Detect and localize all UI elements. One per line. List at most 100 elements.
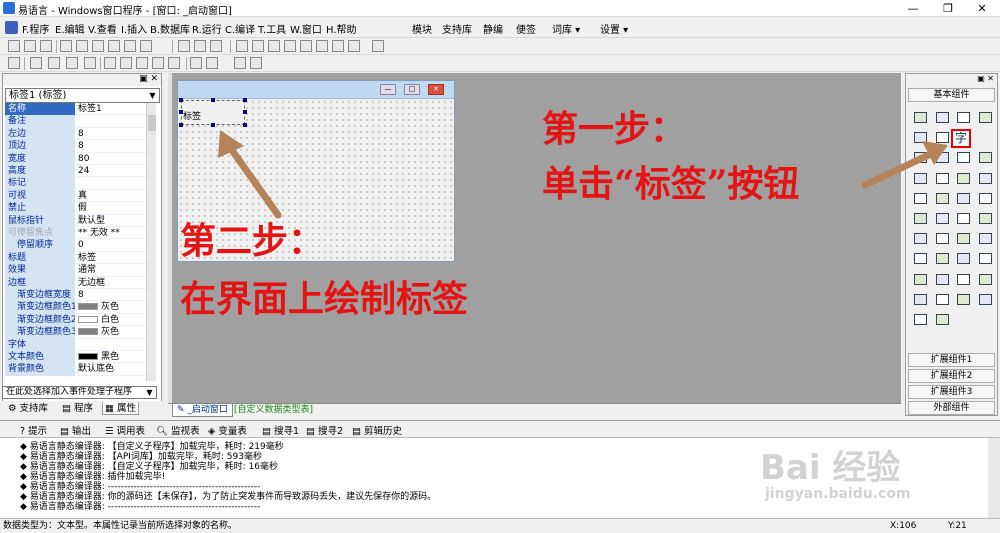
menu-settings[interactable]: 设置 ▾: [600, 21, 628, 36]
radio-tool-icon[interactable]: [956, 150, 971, 165]
event-select[interactable]: 在此处选择加入事件处理子程序 ▼: [2, 386, 157, 399]
same-size-icon[interactable]: [136, 57, 148, 69]
copy-icon[interactable]: [76, 40, 88, 52]
toolbar-tool-icon[interactable]: [935, 251, 950, 266]
align-right-icon[interactable]: [66, 57, 78, 69]
tab-hint[interactable]: ? 提示: [20, 423, 47, 437]
resize-handle[interactable]: [211, 123, 215, 127]
menu-run[interactable]: R.运行: [192, 21, 222, 36]
progress-tool-icon[interactable]: [935, 191, 950, 206]
layout-3-icon[interactable]: [210, 40, 222, 52]
list-tool-icon[interactable]: [913, 171, 928, 186]
socket-tool-icon[interactable]: [978, 231, 993, 246]
property-value[interactable]: 默认底色: [76, 363, 146, 376]
breakpoint-icon[interactable]: [316, 40, 328, 52]
property-row[interactable]: 可停留焦点 ** 无效 **: [5, 227, 146, 240]
divider-tool-icon[interactable]: [935, 312, 950, 327]
menu-insert[interactable]: I.插入: [121, 21, 147, 36]
watch-icon[interactable]: [332, 40, 344, 52]
delete-icon[interactable]: [108, 40, 120, 52]
resize-handle[interactable]: [243, 110, 247, 114]
property-value[interactable]: [76, 177, 146, 190]
tab-startup-window[interactable]: ✎ _启动窗口: [172, 404, 233, 417]
tab-call-table[interactable]: ☰ 调用表: [105, 423, 145, 437]
tab-program[interactable]: ▤ 程序: [60, 402, 95, 415]
order-front-icon[interactable]: [234, 57, 246, 69]
property-row[interactable]: 渐变边框宽度 8: [5, 289, 146, 302]
cut-icon[interactable]: [60, 40, 72, 52]
property-value[interactable]: 黑色: [76, 351, 146, 364]
menu-help[interactable]: H.帮助: [326, 21, 357, 36]
property-row[interactable]: 边框 无边框: [5, 276, 146, 289]
button-tool-icon[interactable]: [978, 292, 993, 307]
property-row[interactable]: 顶边 8: [5, 140, 146, 153]
paste-icon[interactable]: [92, 40, 104, 52]
layout-2-icon[interactable]: [194, 40, 206, 52]
resize-handle[interactable]: [179, 110, 183, 114]
resize-handle[interactable]: [179, 98, 183, 102]
menu-support-lib[interactable]: 支持库: [442, 21, 472, 36]
output-scrollbar[interactable]: [988, 438, 1000, 518]
property-value[interactable]: 24: [76, 165, 146, 178]
tab-search2[interactable]: ▤ 搜寻2: [306, 423, 343, 437]
minimize-button[interactable]: —: [898, 0, 928, 17]
grid-list-tool-icon[interactable]: [956, 171, 971, 186]
property-row[interactable]: 可视真: [5, 189, 146, 203]
undo-icon[interactable]: [124, 40, 136, 52]
space-h-icon[interactable]: [152, 57, 164, 69]
property-row[interactable]: 左边 8: [5, 127, 146, 141]
label-widget[interactable]: 标签: [181, 100, 245, 125]
tree-tool-icon[interactable]: [935, 211, 950, 226]
space-v-icon[interactable]: [168, 57, 180, 69]
image-tool-icon[interactable]: [913, 292, 928, 307]
shape-tool-icon[interactable]: [978, 110, 993, 125]
status-tool-icon[interactable]: [956, 251, 971, 266]
tab-clip-history[interactable]: ▤ 剪辑历史: [352, 423, 402, 437]
menu-view[interactable]: V.查看: [88, 21, 117, 36]
edit-box-tool-icon[interactable]: [913, 130, 928, 145]
basic-components-button[interactable]: 基本组件: [908, 88, 995, 102]
same-height-icon[interactable]: [120, 57, 132, 69]
property-value[interactable]: ** 无效 **: [76, 227, 146, 240]
property-row[interactable]: 背景颜色 默认底色: [5, 363, 146, 376]
edit-box-tool-icon[interactable]: [956, 292, 971, 307]
label-placeholder-tool-icon[interactable]: [913, 150, 928, 165]
align-center-icon[interactable]: [48, 57, 60, 69]
layout-1-icon[interactable]: [178, 40, 190, 52]
menu-tool-icon[interactable]: [913, 251, 928, 266]
save-icon[interactable]: [40, 40, 52, 52]
property-row[interactable]: 字体: [5, 338, 146, 351]
property-value[interactable]: 8: [76, 140, 146, 153]
property-row[interactable]: 备注: [5, 115, 146, 128]
restore-button[interactable]: ❐: [933, 0, 963, 17]
property-row[interactable]: 高度 24: [5, 165, 146, 178]
image-tool-icon[interactable]: [956, 110, 971, 125]
grid-icon[interactable]: [8, 57, 20, 69]
ext-components-3-button[interactable]: 扩展组件3: [908, 385, 995, 399]
property-value[interactable]: [76, 115, 146, 128]
property-value[interactable]: [76, 338, 146, 351]
property-value[interactable]: 0: [76, 239, 146, 252]
tab-tool-icon[interactable]: [978, 191, 993, 206]
property-value[interactable]: 灰色: [76, 301, 146, 314]
picture-box-tool-icon[interactable]: [978, 272, 993, 287]
data-source-tool-icon[interactable]: [956, 231, 971, 246]
same-width-icon[interactable]: [104, 57, 116, 69]
frame-tool-icon[interactable]: [978, 150, 993, 165]
ext-components-1-button[interactable]: 扩展组件1: [908, 353, 995, 367]
resize-handle[interactable]: [211, 98, 215, 102]
step-out-icon[interactable]: [300, 40, 312, 52]
center-v-icon[interactable]: [206, 57, 218, 69]
menu-static[interactable]: 静编: [483, 21, 503, 36]
property-row[interactable]: 名称 标签1: [5, 103, 146, 116]
scroll-tool-icon[interactable]: [913, 191, 928, 206]
property-row[interactable]: 文本颜色 黑色: [5, 351, 146, 364]
run-icon[interactable]: [236, 40, 248, 52]
tab-search1[interactable]: ▤ 搜寻1: [262, 423, 299, 437]
combo-tool-icon[interactable]: [935, 171, 950, 186]
pointer-tool-icon[interactable]: [913, 110, 928, 125]
timer-tool-icon[interactable]: [913, 231, 928, 246]
property-value[interactable]: 默认型: [76, 214, 146, 227]
picture-box-tool-icon[interactable]: [935, 110, 950, 125]
debug-icon[interactable]: [348, 40, 360, 52]
